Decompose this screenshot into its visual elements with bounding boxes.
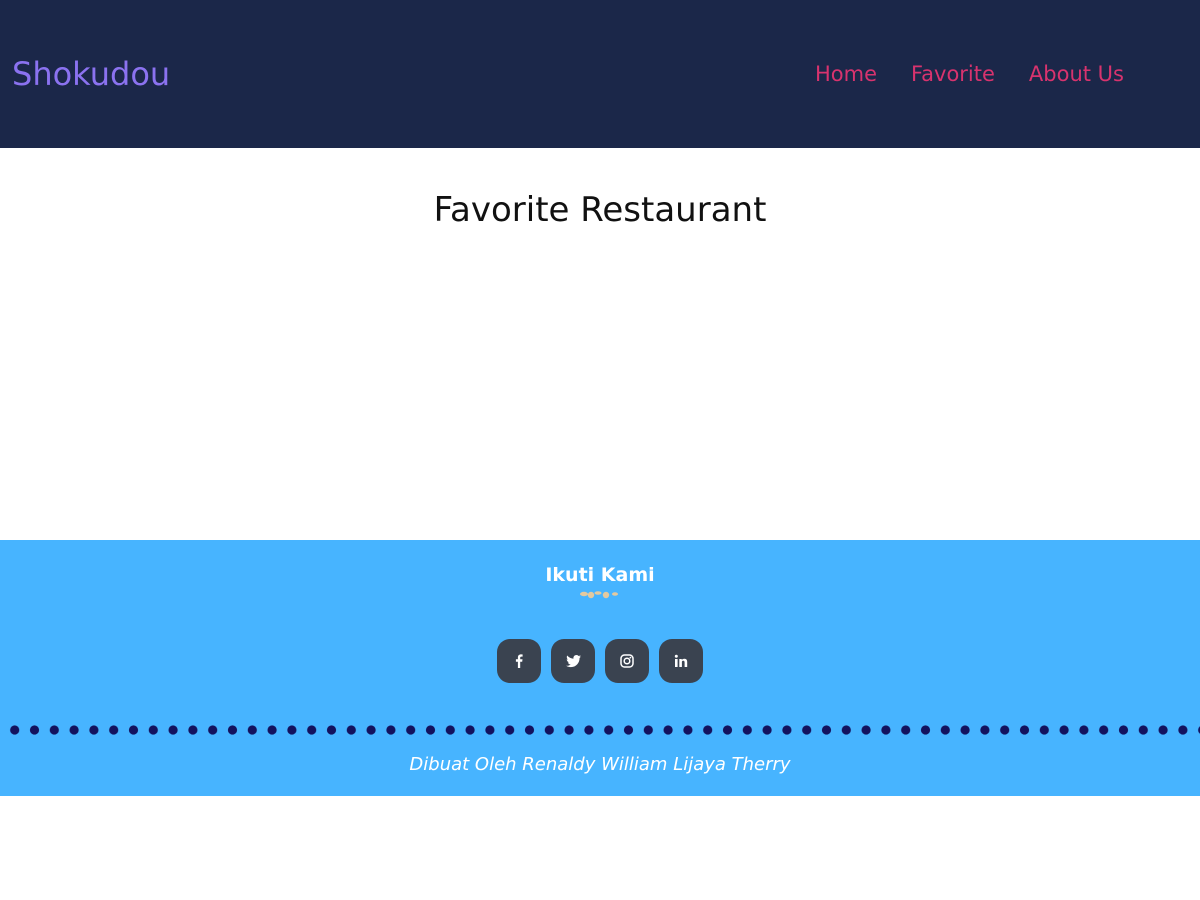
page-title: Favorite Restaurant [433,190,767,230]
instagram-icon [620,654,634,668]
nav-link-favorite[interactable]: Favorite [911,62,995,86]
facebook-button[interactable] [497,639,541,683]
app-bar: Shokudou Home Favorite About Us [0,0,1200,148]
dotted-divider [0,720,1200,740]
footer: Ikuti Kami Dibuat Oleh Renaldy William L… [0,540,1200,796]
nav-link-about-us[interactable]: About Us [1029,62,1124,86]
social-links [0,639,1200,683]
twitter-button[interactable] [551,639,595,683]
nav-item-favorite: Favorite [911,60,995,88]
ornament-divider-icon [580,591,618,599]
twitter-icon [565,654,581,667]
brand-logo[interactable]: Shokudou [12,53,170,95]
linkedin-button[interactable] [659,639,703,683]
footer-credit: Dibuat Oleh Renaldy William Lijaya Therr… [409,754,791,775]
nav-menu: Home Favorite About Us [815,60,1124,88]
instagram-button[interactable] [605,639,649,683]
facebook-icon [515,654,523,668]
linkedin-icon [674,654,688,667]
nav-item-about-us: About Us [1029,60,1124,88]
nav-link-home[interactable]: Home [815,62,877,86]
footer-heading: Ikuti Kami [545,564,655,586]
nav-item-home: Home [815,60,877,88]
